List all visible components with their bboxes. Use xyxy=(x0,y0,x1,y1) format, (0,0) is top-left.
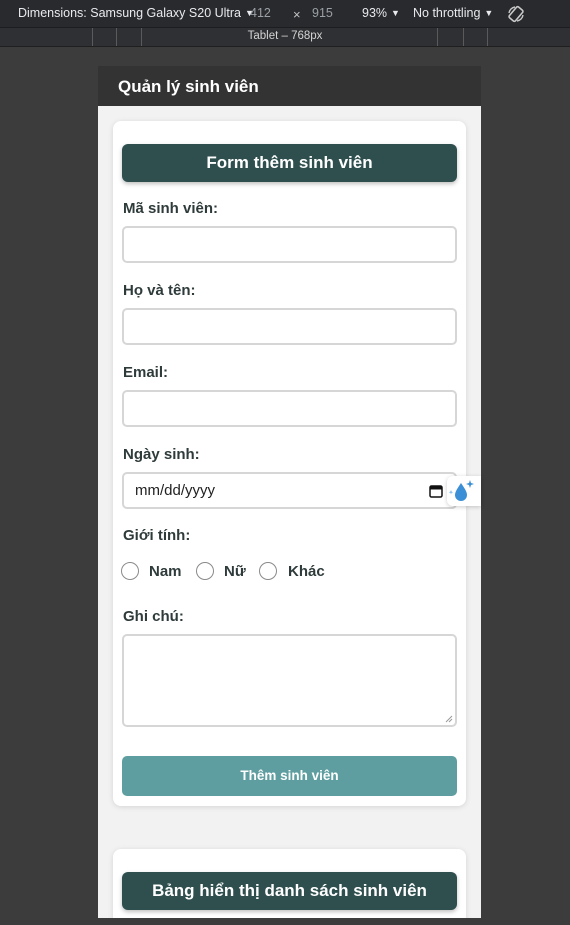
table-title: Bảng hiển thị danh sách sinh viên xyxy=(122,872,457,910)
gender-option-label[interactable]: Nữ xyxy=(224,563,246,580)
gender-radio-khac[interactable] xyxy=(259,562,277,580)
dob-input[interactable]: mm/dd/yyyy xyxy=(122,472,457,509)
student-form-card: Form thêm sinh viên Mã sinh viên: Họ và … xyxy=(113,121,466,806)
device-viewport: Quản lý sinh viên Form thêm sinh viên Mã… xyxy=(98,66,481,918)
throttling-selector[interactable]: No throttling ▼ xyxy=(413,6,493,20)
note-label: Ghi chú: xyxy=(123,608,184,625)
full-name-input[interactable] xyxy=(122,308,457,345)
student-table-card: Bảng hiển thị danh sách sinh viên xyxy=(113,849,466,918)
dob-label: Ngày sinh: xyxy=(123,446,200,463)
gender-option-label[interactable]: Nam xyxy=(149,563,182,580)
resize-grip-icon[interactable] xyxy=(445,715,453,723)
student-id-input[interactable] xyxy=(122,226,457,263)
devtools-device-toolbar: Dimensions: Samsung Galaxy S20 Ultra ▼ 41… xyxy=(0,0,570,28)
water-drop-sparkle-icon xyxy=(448,480,474,501)
gender-radio-group: Nam Nữ Khác xyxy=(121,562,451,582)
gender-radio-nam[interactable] xyxy=(121,562,139,580)
width-input[interactable]: 412 xyxy=(250,6,271,20)
app-title: Quản lý sinh viên xyxy=(118,77,259,96)
extension-badge[interactable] xyxy=(447,476,481,506)
height-input[interactable]: 915 xyxy=(312,6,333,20)
student-id-label: Mã sinh viên: xyxy=(123,200,219,217)
form-title: Form thêm sinh viên xyxy=(122,144,457,182)
breakpoint-label[interactable]: Tablet – 768px xyxy=(0,30,570,42)
app-header: Quản lý sinh viên xyxy=(98,66,481,106)
device-selector-label: Dimensions: Samsung Galaxy S20 Ultra xyxy=(18,6,242,20)
gender-option-label[interactable]: Khác xyxy=(288,563,325,580)
calendar-icon[interactable] xyxy=(429,484,443,498)
device-selector[interactable]: Dimensions: Samsung Galaxy S20 Ultra ▼ xyxy=(18,6,254,20)
full-name-label: Họ và tên: xyxy=(123,282,196,299)
times-separator: × xyxy=(293,7,301,22)
zoom-selector[interactable]: 93% ▼ xyxy=(362,6,400,20)
chevron-down-icon: ▼ xyxy=(391,8,400,18)
add-student-button[interactable]: Thêm sinh viên xyxy=(122,756,457,796)
email-input[interactable] xyxy=(122,390,457,427)
dob-placeholder: mm/dd/yyyy xyxy=(135,482,216,499)
gender-label: Giới tính: xyxy=(123,527,191,544)
rotate-icon[interactable] xyxy=(506,4,526,24)
media-query-bar: Tablet – 768px xyxy=(0,28,570,47)
throttling-label: No throttling xyxy=(413,6,481,20)
email-label: Email: xyxy=(123,364,169,381)
gender-radio-nu[interactable] xyxy=(196,562,214,580)
zoom-label: 93% xyxy=(362,6,388,20)
note-textarea[interactable] xyxy=(122,634,457,727)
chevron-down-icon: ▼ xyxy=(484,8,494,18)
